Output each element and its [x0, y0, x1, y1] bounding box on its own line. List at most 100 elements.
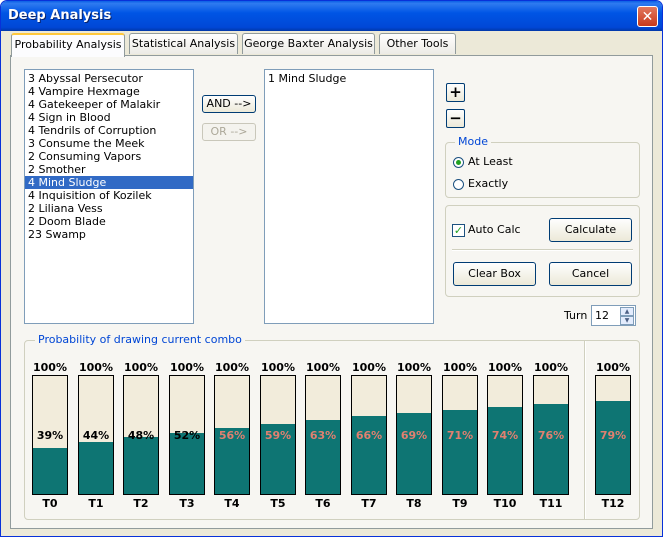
bar-fill	[534, 404, 568, 494]
exactly-label: Exactly	[468, 177, 509, 190]
bar-percent-label: 76%	[537, 429, 565, 442]
bar-top-label: 100%	[397, 361, 431, 374]
card-list-item[interactable]: 3 Consume the Meek	[25, 137, 193, 150]
or-button[interactable]: OR -->	[202, 123, 256, 141]
deep-analysis-window: Deep Analysis ✕ Probability Analysis Sta…	[0, 0, 663, 537]
probability-bar: 76%	[533, 375, 569, 495]
bar-turn-label: T11	[539, 497, 563, 510]
remove-card-button[interactable]: −	[446, 109, 465, 128]
bar-top-label: 100%	[306, 361, 340, 374]
card-list-item[interactable]: 2 Smother	[25, 163, 193, 176]
bar-percent-label: 59%	[264, 429, 292, 442]
card-list-item[interactable]: 4 Sign in Blood	[25, 111, 193, 124]
bar-turn-label: T8	[406, 497, 422, 510]
bar-percent-label: 71%	[446, 429, 474, 442]
bar-turn-label: T10	[493, 497, 517, 510]
deck-card-list[interactable]: 3 Abyssal Persecutor 4 Vampire Hexmage 4 G…	[24, 69, 194, 324]
controls-separator	[452, 249, 633, 251]
probability-bar: 74%	[487, 375, 523, 495]
tab-statistical-analysis[interactable]: Statistical Analysis	[129, 33, 238, 54]
and-button[interactable]: AND -->	[202, 95, 256, 113]
at-least-label: At Least	[468, 155, 513, 168]
add-card-button[interactable]: +	[446, 83, 465, 102]
card-list-item[interactable]: 4 Vampire Hexmage	[25, 85, 193, 98]
card-list-item[interactable]: 3 Abyssal Persecutor	[25, 72, 193, 85]
spin-down-icon[interactable]: ▼	[620, 316, 634, 325]
window-title: Deep Analysis	[8, 8, 112, 23]
bar-fill	[124, 437, 158, 494]
bar-fill	[352, 416, 386, 494]
bar-percent-label: 39%	[36, 429, 64, 442]
probability-bar: 48%	[123, 375, 159, 495]
probability-bar: 79%	[595, 375, 631, 495]
radio-selected-icon	[453, 156, 464, 168]
bar-fill	[596, 400, 630, 494]
exactly-radio[interactable]: Exactly	[453, 177, 508, 191]
spin-up-icon[interactable]: ▲	[620, 307, 634, 316]
t12-divider	[584, 341, 586, 519]
turn-spinner[interactable]: 12 ▲ ▼	[591, 305, 636, 326]
card-list-item[interactable]: 4 Inquisition of Kozilek	[25, 189, 193, 202]
tab-probability-analysis[interactable]: Probability Analysis	[11, 33, 125, 57]
auto-calc-label: Auto Calc	[468, 223, 521, 236]
bar-percent-label: 63%	[309, 429, 337, 442]
bar-percent-label: 66%	[355, 429, 383, 442]
close-button[interactable]: ✕	[637, 6, 658, 27]
auto-calc-checkbox[interactable]: ✓ Auto Calc	[452, 223, 521, 237]
title-bar: Deep Analysis ✕	[1, 1, 662, 31]
turn-value: 12	[595, 309, 609, 322]
bar-fill	[397, 412, 431, 494]
bar-turn-label: T3	[179, 497, 195, 510]
card-list-item[interactable]: 23 Swamp	[25, 228, 193, 241]
at-least-radio[interactable]: At Least	[453, 155, 513, 169]
card-list-item[interactable]: 2 Liliana Vess	[25, 202, 193, 215]
bar-top-label: 100%	[33, 361, 67, 374]
cancel-button[interactable]: Cancel	[549, 262, 632, 286]
bar-percent-label: 56%	[218, 429, 246, 442]
bar-top-label: 100%	[261, 361, 295, 374]
bar-percent-label: 69%	[400, 429, 428, 442]
card-list-item[interactable]: 4 Tendrils of Corruption	[25, 124, 193, 137]
bar-top-label: 100%	[596, 361, 630, 374]
card-list-item[interactable]: 4 Gatekeeper of Malakir	[25, 98, 193, 111]
bar-turn-label: T0	[42, 497, 58, 510]
probability-bar: 52%	[169, 375, 205, 495]
radio-unselected-icon	[453, 178, 464, 190]
bar-percent-label: 48%	[127, 429, 155, 442]
bar-top-label: 100%	[352, 361, 386, 374]
tab-other-tools[interactable]: Other Tools	[379, 33, 456, 54]
probability-bar: 71%	[442, 375, 478, 495]
probability-bar: 44%	[78, 375, 114, 495]
probability-group-label: Probability of drawing current combo	[35, 333, 245, 346]
bar-fill	[79, 442, 113, 494]
bar-top-label: 100%	[534, 361, 568, 374]
probability-bar: 56%	[214, 375, 250, 495]
combo-list[interactable]: 1 Mind Sludge	[264, 69, 434, 324]
probability-bar: 66%	[351, 375, 387, 495]
bar-fill	[33, 447, 67, 494]
probability-bar: 59%	[260, 375, 296, 495]
bar-percent-label: 44%	[82, 429, 110, 442]
bar-top-label: 100%	[124, 361, 158, 374]
card-list-item[interactable]: 2 Doom Blade	[25, 215, 193, 228]
probability-bar: 69%	[396, 375, 432, 495]
tab-george-baxter-analysis[interactable]: George Baxter Analysis	[242, 33, 375, 54]
mode-label: Mode	[455, 135, 491, 148]
turn-label: Turn	[564, 309, 588, 322]
checkmark-icon: ✓	[452, 223, 465, 237]
bar-turn-label: T12	[601, 497, 625, 510]
clear-box-button[interactable]: Clear Box	[453, 262, 536, 286]
probability-bar: 39%	[32, 375, 68, 495]
card-list-item[interactable]: 4 Mind Sludge	[25, 176, 193, 189]
card-list-item[interactable]: 2 Consuming Vapors	[25, 150, 193, 163]
bar-turn-label: T6	[315, 497, 331, 510]
bar-turn-label: T9	[452, 497, 468, 510]
bar-percent-label: 52%	[173, 429, 201, 442]
bar-turn-label: T4	[224, 497, 240, 510]
bar-fill	[488, 406, 522, 494]
bar-percent-label: 79%	[599, 429, 627, 442]
bar-top-label: 100%	[215, 361, 249, 374]
combo-list-item[interactable]: 1 Mind Sludge	[265, 72, 433, 85]
calculate-button[interactable]: Calculate	[549, 218, 632, 242]
bar-turn-label: T1	[88, 497, 104, 510]
